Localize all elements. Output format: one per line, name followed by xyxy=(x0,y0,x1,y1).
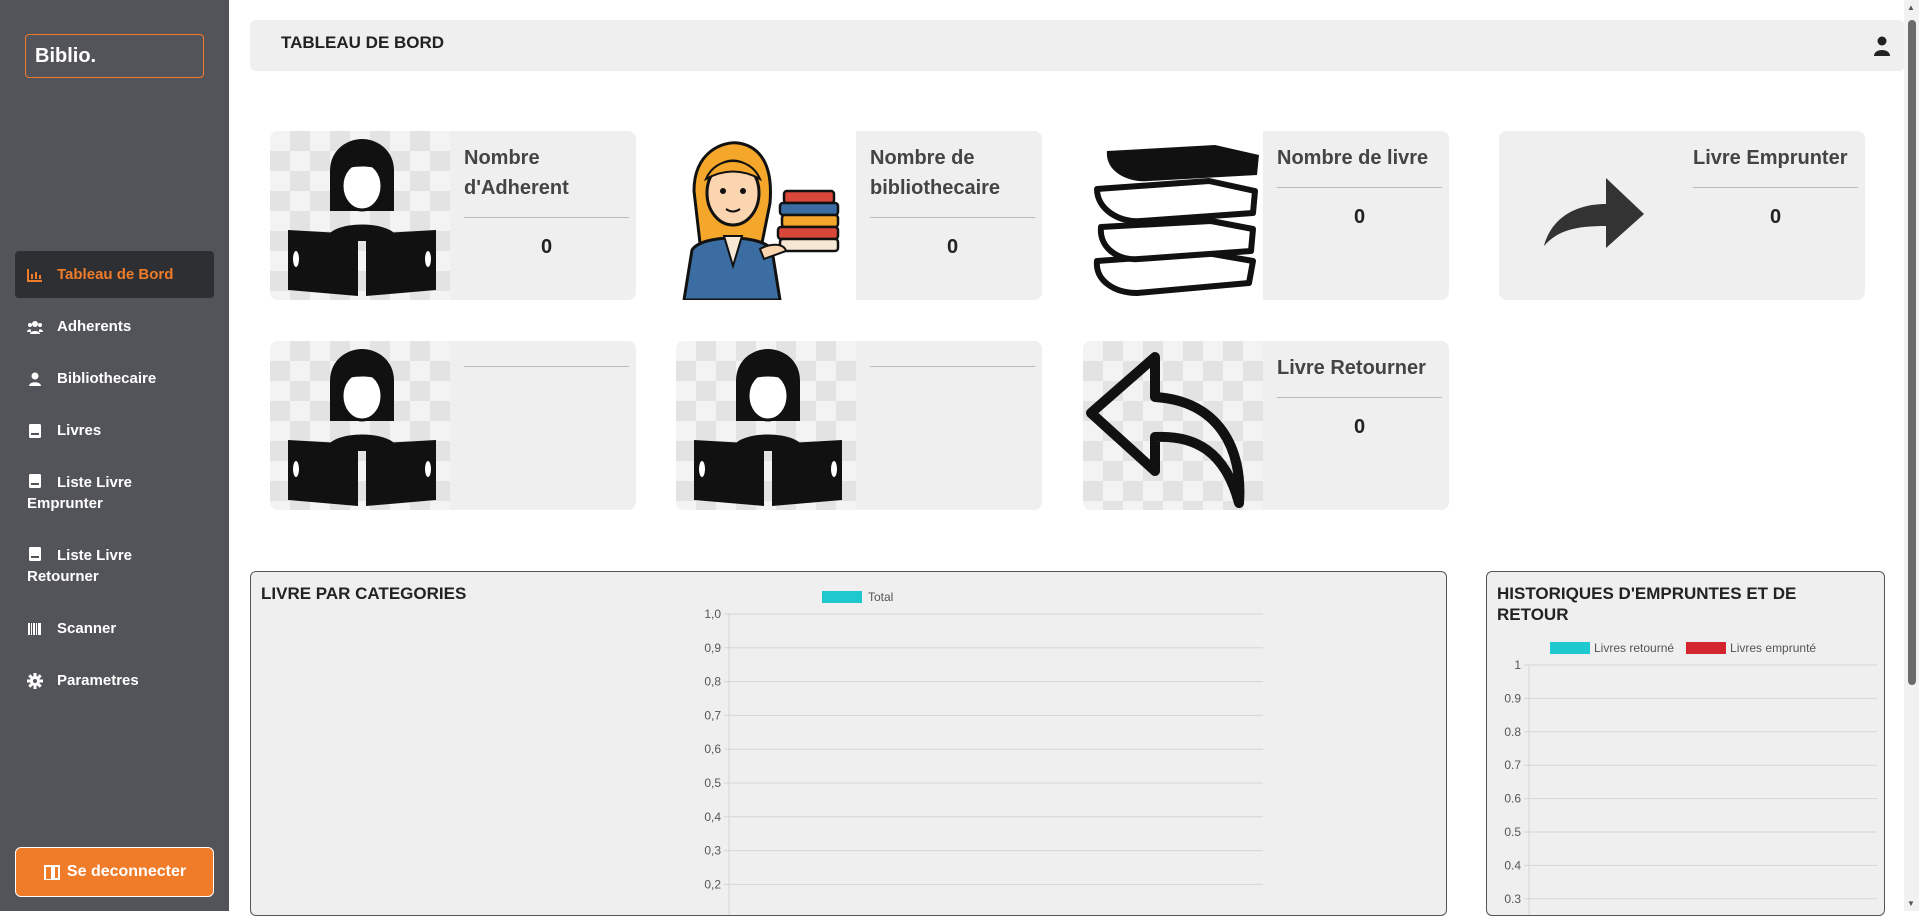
brand-logo[interactable]: Biblio. xyxy=(25,34,204,78)
y-tick-label: 0,8 xyxy=(704,675,721,689)
stat-card-bibliothecaire: Nombre de bibliothecaire 0 xyxy=(676,131,1042,300)
user-icon xyxy=(29,372,41,386)
y-tick-label: 0,2 xyxy=(704,877,721,891)
card-body xyxy=(870,353,1035,385)
card-body: Livre Emprunter 0 xyxy=(1693,143,1858,229)
stat-card-livre-retourner: Livre Retourner 0 xyxy=(1083,341,1449,510)
chart-panel-categories: LIVRE PAR CATEGORIES Total 1,0 0,9 0,8 0,7 0… xyxy=(250,571,1447,916)
y-tick-label: 0.9 xyxy=(1504,691,1521,705)
book-icon xyxy=(29,547,41,561)
card-body: Nombre de livre 0 xyxy=(1277,143,1442,229)
card-body: Livre Retourner 0 xyxy=(1277,353,1442,439)
sidebar-item-bibliothecaire[interactable]: Bibliothecaire xyxy=(15,355,214,402)
card-value: 0 xyxy=(946,236,959,258)
stat-card-adherent: Nombre d'Adherent 0 xyxy=(270,131,636,300)
sidebar-item-liste-livre-retourner[interactable]: Liste Livre Retourner xyxy=(15,532,214,600)
card-title xyxy=(870,353,1035,367)
barcode-icon xyxy=(28,623,41,635)
y-tick-label: 0,5 xyxy=(704,776,721,790)
card-title: Nombre de bibliothecaire xyxy=(870,143,1035,218)
bar-chart-historique: 1 0.9 0.8 0.7 0.6 0.5 0.4 0.3 xyxy=(1504,658,1877,915)
sidebar-item-label: Adherents xyxy=(57,318,132,335)
sidebar-item-label: Scanner xyxy=(57,620,117,637)
scroll-thumb[interactable] xyxy=(1908,20,1916,685)
page-scrollbar[interactable]: ▲ ▼ xyxy=(1904,0,1919,911)
y-tick-label: 0,4 xyxy=(704,810,721,824)
y-tick-label: 1,0 xyxy=(704,607,721,621)
card-body xyxy=(464,353,629,385)
sidebar-item-label: Livres xyxy=(57,422,102,439)
share-arrow-icon xyxy=(1499,131,1679,300)
scroll-up-icon[interactable]: ▲ xyxy=(1907,3,1915,12)
y-tick-label: 0,9 xyxy=(704,641,721,655)
chart-panel-historique: HISTORIQUES D'EMPRUNTES ET DE RETOUR Liv… xyxy=(1486,571,1885,916)
card-body: Nombre d'Adherent 0 xyxy=(464,143,629,259)
y-tick-label: 0.4 xyxy=(1504,858,1521,872)
logout-label: Se deconnecter xyxy=(66,863,187,880)
sidebar-item-label: Parametres xyxy=(57,672,139,689)
sidebar-item-label: Tableau de Bord xyxy=(57,266,174,283)
chart-icon xyxy=(27,269,42,282)
sidebar-item-scanner[interactable]: Scanner xyxy=(15,605,214,652)
stat-card-empty-2 xyxy=(676,341,1042,510)
header-bar: TABLEAU DE BORD xyxy=(250,20,1905,71)
y-tick-label: 0.5 xyxy=(1504,825,1521,839)
card-title: Livre Retourner xyxy=(1277,353,1442,398)
book-icon xyxy=(29,474,41,488)
book-icon xyxy=(29,424,41,438)
stat-card-livre-emprunter: Livre Emprunter 0 xyxy=(1499,131,1865,300)
card-value: 0 xyxy=(540,236,553,258)
card-title xyxy=(464,353,629,367)
y-tick-label: 0,3 xyxy=(704,844,721,858)
card-title: Nombre d'Adherent xyxy=(464,143,629,218)
card-title: Livre Emprunter xyxy=(1693,143,1858,188)
card-value: 0 xyxy=(1769,206,1782,228)
y-tick-label: 0.3 xyxy=(1504,892,1521,906)
card-body: Nombre de bibliothecaire 0 xyxy=(870,143,1035,259)
door-exit-icon xyxy=(43,864,60,880)
y-tick-label: 0.6 xyxy=(1504,792,1521,806)
sidebar: Biblio. Tableau de Bord Adherents Biblio… xyxy=(0,0,229,911)
scroll-down-icon[interactable]: ▼ xyxy=(1907,899,1915,908)
librarian-illustration xyxy=(676,131,856,300)
sidebar-item-adherents[interactable]: Adherents xyxy=(15,303,214,350)
stat-card-empty-1 xyxy=(270,341,636,510)
gear-icon xyxy=(27,673,43,689)
page-title: TABLEAU DE BORD xyxy=(281,33,445,52)
y-tick-label: 0,7 xyxy=(704,708,721,722)
y-tick-label: 0.8 xyxy=(1504,725,1521,739)
card-title: Nombre de livre xyxy=(1277,143,1442,188)
main-content: TABLEAU DE BORD Nombre d'Adherent 0 Nomb… xyxy=(229,0,1919,916)
sidebar-item-parametres[interactable]: Parametres xyxy=(15,657,214,704)
reader-illustration xyxy=(270,341,450,510)
bar-chart-categories: 1,0 0,9 0,8 0,7 0,6 0,5 0,4 0,3 0,2 xyxy=(704,607,1263,915)
sidebar-item-liste-livre-emprunter[interactable]: Liste Livre Emprunter xyxy=(15,459,214,527)
books-stack-illustration xyxy=(1083,131,1263,300)
card-value: 0 xyxy=(1353,416,1366,438)
y-tick-label: 1 xyxy=(1514,658,1521,672)
return-arrow-icon xyxy=(1083,341,1263,510)
y-tick-label: 0,6 xyxy=(704,742,721,756)
sidebar-item-tableau-de-bord[interactable]: Tableau de Bord xyxy=(15,251,214,298)
sidebar-nav: Tableau de Bord Adherents Bibliothecaire… xyxy=(15,251,214,709)
reader-illustration xyxy=(676,341,856,510)
sidebar-item-livres[interactable]: Livres xyxy=(15,407,214,454)
y-tick-label: 0.7 xyxy=(1504,758,1521,772)
users-icon xyxy=(27,321,43,334)
sidebar-item-label: Bibliothecaire xyxy=(57,370,157,387)
stat-card-livres: Nombre de livre 0 xyxy=(1083,131,1449,300)
user-account-icon[interactable] xyxy=(1873,36,1891,56)
card-value: 0 xyxy=(1353,206,1366,228)
logout-button[interactable]: Se deconnecter xyxy=(15,847,214,897)
reader-illustration xyxy=(270,131,450,300)
